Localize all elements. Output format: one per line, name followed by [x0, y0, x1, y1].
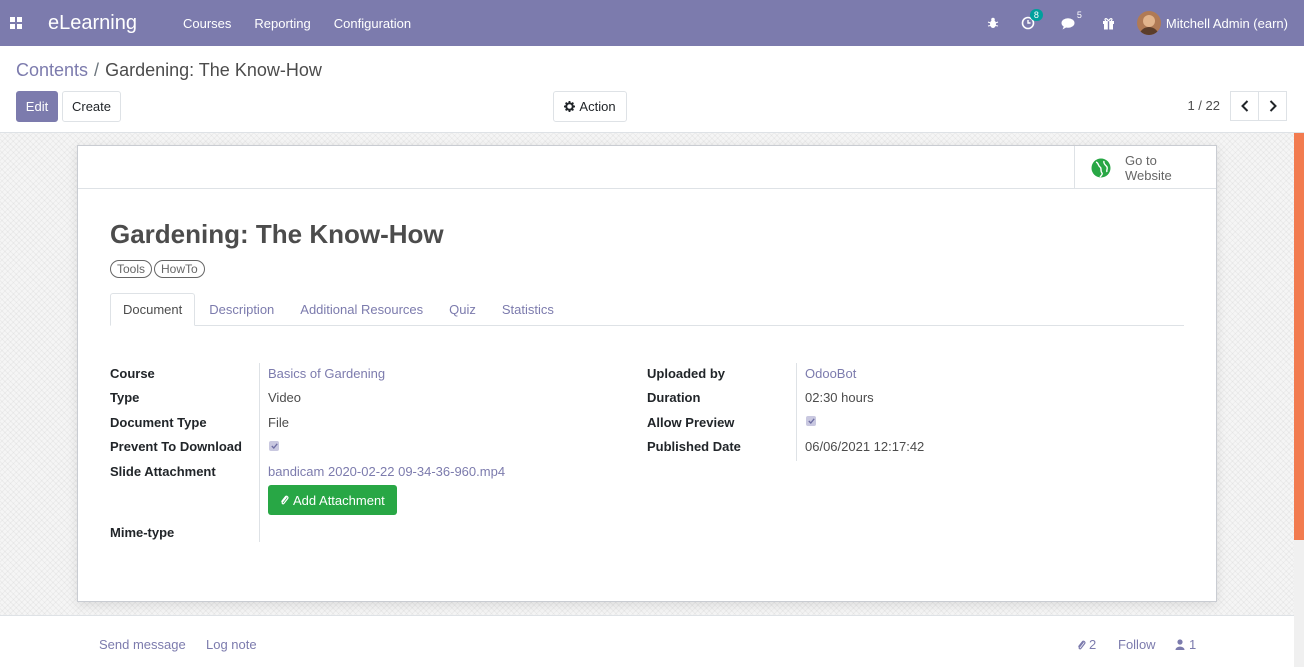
breadcrumb-current: Gardening: The Know-How	[105, 60, 322, 80]
followers-count: 1	[1189, 637, 1197, 652]
edit-button[interactable]: Edit	[16, 91, 58, 122]
action-label: Action	[579, 99, 616, 114]
user-name: Mitchell Admin (earn)	[1165, 15, 1288, 31]
chatter-topbar: Send message Log note 2 Follow 1	[0, 615, 1294, 667]
create-button[interactable]: Create	[62, 91, 121, 122]
right-group-separator	[796, 363, 797, 461]
pager-next-button[interactable]	[1258, 91, 1287, 121]
menu-configuration[interactable]: Configuration	[334, 16, 411, 31]
globe-icon	[1091, 158, 1111, 178]
go-to-website-label: Go to Website	[1125, 152, 1172, 183]
add-attachment-label: Add Attachment	[293, 492, 385, 508]
published-date-label: Published Date	[647, 439, 741, 454]
slide-attachment-file-link[interactable]: bandicam 2020-02-22 09-34-36-960.mp4	[268, 464, 505, 479]
duration-value: 02:30 hours	[805, 390, 874, 405]
followers-counter[interactable]: 1	[1175, 637, 1196, 652]
messages-count: 5	[1076, 9, 1082, 20]
record-title: Gardening: The Know-How	[110, 219, 444, 249]
control-panel: Contents / Gardening: The Know-How Edit Cr…	[0, 46, 1304, 133]
action-dropdown-button[interactable]: Action	[553, 91, 627, 122]
course-label: Course	[110, 366, 155, 381]
type-value: Video	[268, 390, 302, 405]
log-note-button[interactable]: Log note	[206, 637, 257, 652]
checkmark-icon	[807, 418, 815, 424]
published-date-value: 06/06/2021 12:17:42	[805, 439, 925, 454]
pager-previous-button[interactable]	[1230, 91, 1259, 121]
prevent-download-label: Prevent To Download	[110, 439, 242, 454]
tags-list: Tools HowTo	[110, 260, 207, 278]
breadcrumb: Contents / Gardening: The Know-How	[16, 60, 322, 81]
messages-chat-icon[interactable]: 5	[1061, 10, 1082, 30]
tab-document[interactable]: Document	[110, 293, 196, 326]
tab-statistics[interactable]: Statistics	[490, 293, 566, 326]
tab-quiz[interactable]: Quiz	[437, 293, 488, 326]
form-sheet: Go to Website Gardening: The Know-How To…	[77, 145, 1217, 602]
paperclip-icon	[1077, 639, 1086, 651]
follow-button[interactable]: Follow	[1118, 637, 1156, 652]
left-group-separator	[259, 363, 260, 542]
top-navbar: eLearning Courses Reporting Configuratio…	[0, 0, 1304, 46]
apps-menu-icon[interactable]	[0, 0, 32, 46]
add-attachment-button[interactable]: Add Attachment	[268, 485, 397, 515]
tag-howto[interactable]: HowTo	[154, 260, 205, 278]
chevron-right-icon	[1269, 100, 1277, 112]
paperclip-icon	[280, 494, 289, 506]
button-box: Go to Website	[78, 146, 1216, 189]
user-icon	[1175, 639, 1185, 650]
chevron-left-icon	[1240, 100, 1248, 112]
duration-label: Duration	[647, 390, 701, 405]
go-to-website-button[interactable]: Go to Website	[1074, 146, 1216, 189]
menu-courses[interactable]: Courses	[183, 16, 231, 31]
breadcrumb-separator: /	[94, 60, 100, 80]
allow-preview-label: Allow Preview	[647, 415, 735, 430]
debug-bug-icon[interactable]	[987, 17, 999, 29]
activity-clock-icon[interactable]: 8	[1021, 9, 1043, 30]
scrollbar-thumb[interactable]	[1294, 133, 1304, 540]
slide-attachment-label: Slide Attachment	[110, 464, 216, 479]
tab-additional-resources[interactable]: Additional Resources	[288, 293, 435, 326]
type-label: Type	[110, 390, 140, 405]
gift-icon[interactable]	[1102, 17, 1115, 30]
app-brand[interactable]: eLearning	[48, 12, 137, 35]
prevent-download-checkbox	[269, 441, 279, 451]
notebook-tabs: Document Description Additional Resource…	[110, 293, 1184, 326]
activity-count-badge: 8	[1029, 9, 1043, 21]
uploaded-by-label: Uploaded by	[647, 366, 726, 381]
mimetype-label: Mime-type	[110, 525, 175, 540]
course-value[interactable]: Basics of Gardening	[268, 366, 385, 381]
attachments-count: 2	[1089, 637, 1097, 652]
gear-icon	[564, 101, 576, 112]
menu-reporting[interactable]: Reporting	[254, 16, 310, 31]
attachments-counter[interactable]: 2	[1077, 637, 1096, 652]
avatar	[1136, 11, 1161, 35]
document-type-value: File	[268, 415, 289, 430]
document-type-label: Document Type	[110, 415, 207, 430]
send-message-button[interactable]: Send message	[99, 637, 186, 652]
tab-description[interactable]: Description	[197, 293, 286, 326]
tag-tools[interactable]: Tools	[110, 260, 153, 278]
checkmark-icon	[270, 443, 278, 449]
user-menu[interactable]: Mitchell Admin (earn)	[1136, 11, 1288, 35]
uploaded-by-value[interactable]: OdooBot	[805, 366, 856, 381]
scrollbar[interactable]	[1294, 133, 1304, 667]
pager-value[interactable]: 1 / 22	[1187, 98, 1220, 113]
breadcrumb-contents-link[interactable]: Contents	[16, 60, 88, 80]
allow-preview-checkbox	[806, 416, 816, 426]
